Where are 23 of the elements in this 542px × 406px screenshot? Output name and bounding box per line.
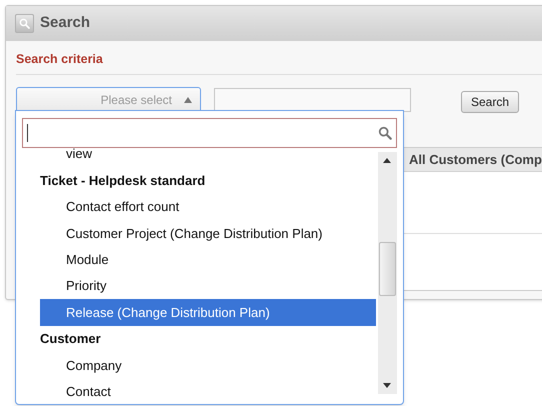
list-option[interactable]: Module [40,246,376,273]
list-option[interactable]: Customer Project (Change Distribution Plan) [40,220,376,247]
scroll-up-icon [383,158,391,163]
column-header: All Customers (Comp [409,150,542,169]
group-header: Customer [40,330,102,348]
list-option[interactable]: Release (Change Distribution Plan) [40,299,376,326]
scroll-down-icon [383,383,391,388]
panel-title: Search [40,13,90,34]
list-option[interactable]: view [40,148,376,168]
list-option[interactable]: Company [40,352,376,379]
magnifier-icon [19,18,30,29]
filter-field[interactable] [22,118,397,148]
list-option[interactable]: Contact [40,378,376,398]
caret-icon [184,97,192,103]
scroll-thumb[interactable] [379,242,396,296]
list-option[interactable]: Contact effort count [40,194,376,220]
list-option[interactable]: Priority [40,272,376,300]
scrollbar[interactable] [378,152,397,394]
group-header: Ticket - Helpdesk standard [40,172,206,190]
value-field[interactable] [214,88,411,112]
search-icon [378,126,392,140]
section-title: Search criteria [16,52,103,66]
search-button[interactable]: Search [461,91,520,113]
